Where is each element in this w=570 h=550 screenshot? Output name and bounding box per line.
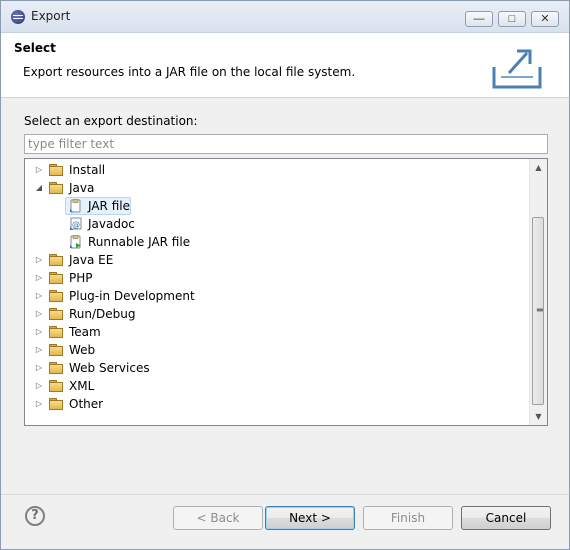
- expand-arrow-icon[interactable]: ▷: [35, 328, 43, 336]
- folder-icon: [49, 362, 63, 374]
- destination-label: Select an export destination:: [24, 114, 198, 128]
- filter-input[interactable]: [24, 134, 548, 154]
- tree-item-label: Java: [69, 181, 95, 195]
- window-title: Export: [31, 9, 71, 23]
- svg-text:@: @: [72, 220, 80, 229]
- tree-item-label: JAR file: [88, 199, 130, 213]
- expand-arrow-icon[interactable]: ▷: [35, 310, 43, 318]
- tree-item-php[interactable]: ▷ PHP: [25, 269, 530, 287]
- wizard-banner: Select Export resources into a JAR file …: [1, 33, 569, 98]
- tree-item-other[interactable]: ▷ Other: [25, 395, 530, 413]
- tree-item-label: XML: [69, 379, 95, 393]
- scrollbar-thumb[interactable]: ▬: [532, 217, 544, 405]
- tree-item-java-ee[interactable]: ▷ Java EE: [25, 251, 530, 269]
- tree-item-label: Install: [69, 163, 106, 177]
- folder-icon: [49, 254, 63, 266]
- tree-item-label: Plug-in Development: [69, 289, 195, 303]
- runnable-jar-icon: [70, 235, 81, 249]
- title-bar: Export — □ ✕: [1, 1, 569, 33]
- export-wizard-icon: [492, 49, 542, 89]
- tree-item-label: Java EE: [69, 253, 114, 267]
- eclipse-icon: [11, 10, 25, 24]
- tree-item-label: Other: [69, 397, 104, 411]
- export-dialog: Export — □ ✕ Select Export resources int…: [0, 0, 570, 550]
- tree-item-xml[interactable]: ▷ XML: [25, 377, 530, 395]
- finish-button[interactable]: Finish: [363, 506, 453, 530]
- tree-item-plugin-development[interactable]: ▷ Plug-in Development: [25, 287, 530, 305]
- folder-icon: [49, 326, 63, 338]
- folder-icon: [49, 380, 63, 392]
- scroll-down-arrow-icon[interactable]: ▼: [530, 408, 547, 425]
- page-description: Export resources into a JAR file on the …: [23, 65, 356, 79]
- folder-open-icon: [49, 182, 63, 194]
- tree-item-label: Web Services: [69, 361, 150, 375]
- tree-item-label: Team: [69, 325, 101, 339]
- expand-arrow-icon[interactable]: ▷: [35, 346, 43, 354]
- expand-arrow-icon[interactable]: ▷: [35, 274, 43, 282]
- folder-icon: [49, 308, 63, 320]
- tree-item-team[interactable]: ▷ Team: [25, 323, 530, 341]
- button-bar-separator: [1, 494, 569, 495]
- tree-item-label: Web: [69, 343, 96, 357]
- folder-icon: [49, 344, 63, 356]
- tree-item-javadoc[interactable]: @ Javadoc: [25, 215, 530, 233]
- expand-arrow-icon[interactable]: ▷: [35, 256, 43, 264]
- expand-arrow-icon[interactable]: ▷: [35, 292, 43, 300]
- tree-item-web-services[interactable]: ▷ Web Services: [25, 359, 530, 377]
- tree-scrollbar[interactable]: ▲ ▬ ▼: [529, 159, 547, 425]
- tree-item-run-debug[interactable]: ▷ Run/Debug: [25, 305, 530, 323]
- tree-item-label: PHP: [69, 271, 93, 285]
- folder-icon: [49, 398, 63, 410]
- cancel-button[interactable]: Cancel: [461, 506, 551, 530]
- tree-item-jar-file[interactable]: JAR file: [25, 197, 530, 215]
- tree-item-label: Runnable JAR file: [88, 235, 191, 249]
- close-icon: ✕: [540, 13, 550, 25]
- expand-arrow-icon[interactable]: ▷: [35, 382, 43, 390]
- collapse-arrow-icon[interactable]: ◢: [35, 184, 43, 192]
- page-title: Select: [14, 41, 56, 55]
- expand-arrow-icon[interactable]: ▷: [35, 400, 43, 408]
- folder-icon: [49, 164, 63, 176]
- scroll-up-arrow-icon[interactable]: ▲: [530, 159, 547, 176]
- folder-icon: [49, 290, 63, 302]
- back-button[interactable]: < Back: [173, 506, 263, 530]
- expand-arrow-icon[interactable]: ▷: [35, 166, 43, 174]
- tree-item-label: Run/Debug: [69, 307, 136, 321]
- javadoc-icon: @: [70, 217, 82, 230]
- minimize-button[interactable]: —: [465, 11, 493, 27]
- minimize-icon: —: [473, 13, 485, 25]
- jar-file-icon: [70, 199, 81, 213]
- destination-tree[interactable]: ▷ Install ◢ Java JAR file @ Javadoc Runn…: [24, 158, 548, 426]
- folder-icon: [49, 272, 63, 284]
- tree-item-runnable-jar[interactable]: Runnable JAR file: [25, 233, 530, 251]
- close-button[interactable]: ✕: [531, 11, 559, 27]
- next-button[interactable]: Next >: [265, 506, 355, 530]
- help-icon[interactable]: ?: [25, 506, 45, 526]
- restore-icon: □: [508, 13, 516, 25]
- grip-icon: ▬: [536, 305, 544, 314]
- tree-item-install[interactable]: ▷ Install: [25, 161, 530, 179]
- tree-item-label: Javadoc: [88, 217, 135, 231]
- expand-arrow-icon[interactable]: ▷: [35, 364, 43, 372]
- restore-button[interactable]: □: [498, 11, 526, 27]
- tree-item-web[interactable]: ▷ Web: [25, 341, 530, 359]
- tree-item-java[interactable]: ◢ Java: [25, 179, 530, 197]
